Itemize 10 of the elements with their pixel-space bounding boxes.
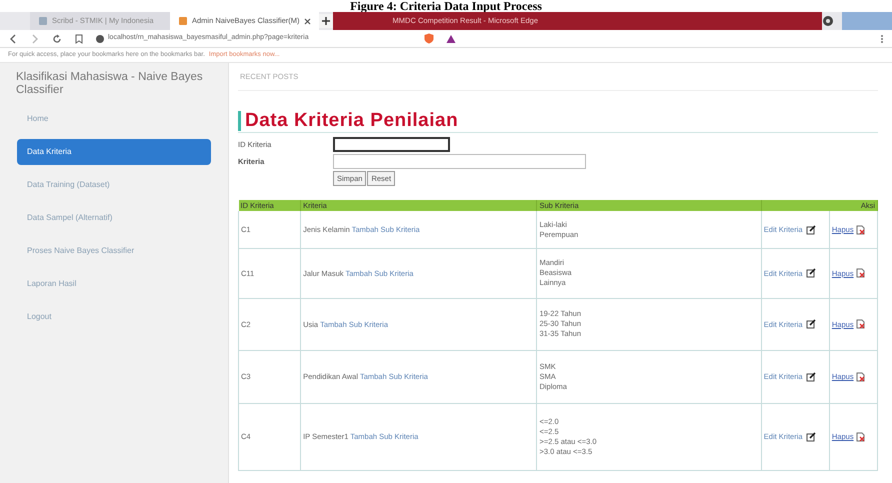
sidebar-item[interactable]: Logout: [17, 304, 211, 330]
sidebar-item[interactable]: Data Kriteria: [17, 139, 211, 165]
page-heading: Data Kriteria Penilaian: [238, 111, 458, 131]
sidebar-item[interactable]: Data Training (Dataset): [17, 172, 211, 198]
sidebar-item[interactable]: Laporan Hasil: [17, 271, 211, 297]
app-title: Klasifikasi Mahasiswa - Naive Bayes Classifier: [15, 71, 204, 97]
sidebar-item[interactable]: Data Sampel (Alternatif): [17, 205, 211, 231]
sidebar-item[interactable]: Proses Naive Bayes Classifier: [17, 238, 211, 264]
sidebar-item[interactable]: Home: [17, 106, 211, 132]
figure-caption: Figure 4: Criteria Data Input Process: [350, 0, 542, 12]
